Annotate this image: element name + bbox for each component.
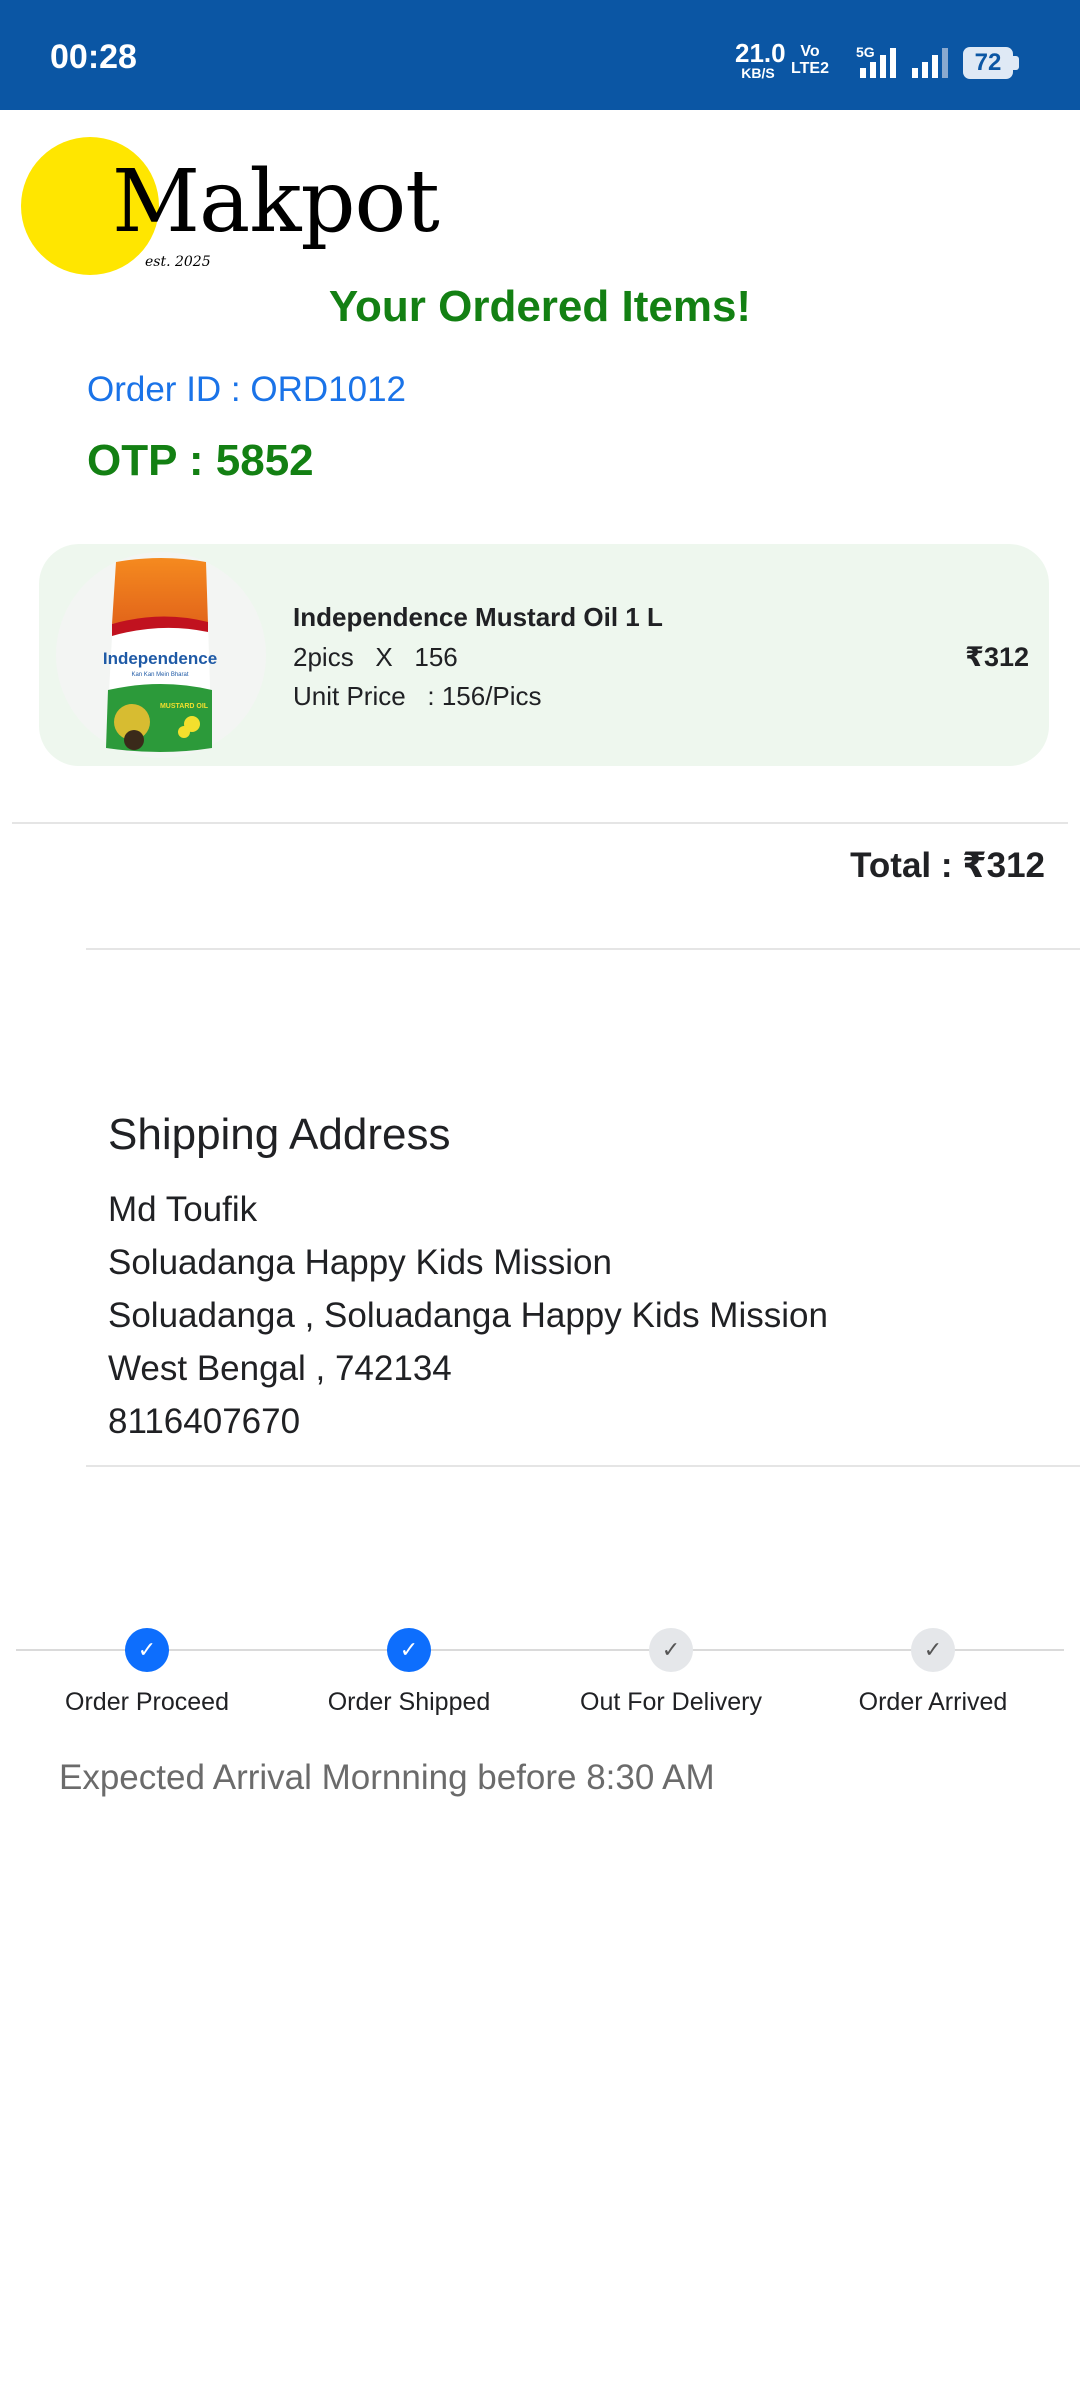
svg-text:MUSTARD OIL: MUSTARD OIL (160, 703, 209, 710)
item-quantity: 2pics X 156 (293, 642, 458, 672)
network-speed: 21.0 KB/S (735, 38, 786, 81)
shipping-title: Shipping Address (108, 1110, 451, 1159)
step-label-order-shipped: Order Shipped (327, 1688, 491, 1716)
divider (86, 1465, 1080, 1467)
expected-arrival: Expected Arrival Mornning before 8:30 AM (59, 1758, 715, 1797)
shipping-state-pincode: West Bengal , 742134 (108, 1349, 452, 1388)
step-label-order-proceed: Order Proceed (65, 1688, 229, 1716)
order-item-card[interactable]: Independence Kan Kan Mein Bharat MUSTARD… (39, 544, 1049, 766)
status-time: 00:28 (50, 38, 137, 76)
tracking-line (16, 1649, 1064, 1651)
divider (86, 948, 1080, 950)
svg-text:Kan Kan Mein Bharat: Kan Kan Mein Bharat (131, 672, 188, 678)
shipping-phone: 8116407670 (108, 1402, 301, 1441)
check-icon: ✓ (125, 1628, 169, 1672)
otp-code: OTP : 5852 (87, 436, 314, 485)
item-name: Independence Mustard Oil 1 L (293, 602, 663, 632)
signal-strength-icon (860, 48, 896, 78)
logo: Makpot (112, 152, 440, 252)
shipping-line-2: Soluadanga , Soluadanga Happy Kids Missi… (108, 1296, 828, 1335)
check-icon: ✓ (649, 1628, 693, 1672)
page-title: Your Ordered Items! (328, 282, 752, 331)
product-image: Independence Kan Kan Mein Bharat MUSTARD… (56, 552, 266, 758)
divider (12, 822, 1068, 824)
step-label-order-arrived: Order Arrived (858, 1688, 1008, 1716)
step-label-out-for-delivery: Out For Delivery (580, 1688, 762, 1716)
svg-text:Independence: Independence (103, 649, 217, 668)
shipping-line-1: Soluadanga Happy Kids Mission (108, 1243, 612, 1282)
battery-tip (1013, 56, 1019, 70)
shipping-name: Md Toufik (108, 1190, 258, 1229)
check-icon: ✓ (387, 1628, 431, 1672)
check-icon: ✓ (911, 1628, 955, 1672)
item-unit-price: Unit Price : 156/Pics (293, 681, 542, 711)
mustard-oil-pouch-icon: Independence Kan Kan Mein Bharat MUSTARD… (103, 558, 217, 752)
item-price: ₹312 (965, 642, 1029, 672)
logo-est: est. 2025 (145, 254, 211, 270)
volte-indicator: Vo LTE2 (791, 43, 829, 77)
battery-icon: 72 (963, 47, 1013, 79)
signal-strength-icon-sim2 (912, 48, 948, 78)
order-id: Order ID : ORD1012 (87, 370, 406, 409)
status-bar: 00:28 21.0 KB/S Vo LTE2 5G 72 (0, 0, 1080, 110)
order-total: Total : ₹312 (850, 846, 1045, 885)
